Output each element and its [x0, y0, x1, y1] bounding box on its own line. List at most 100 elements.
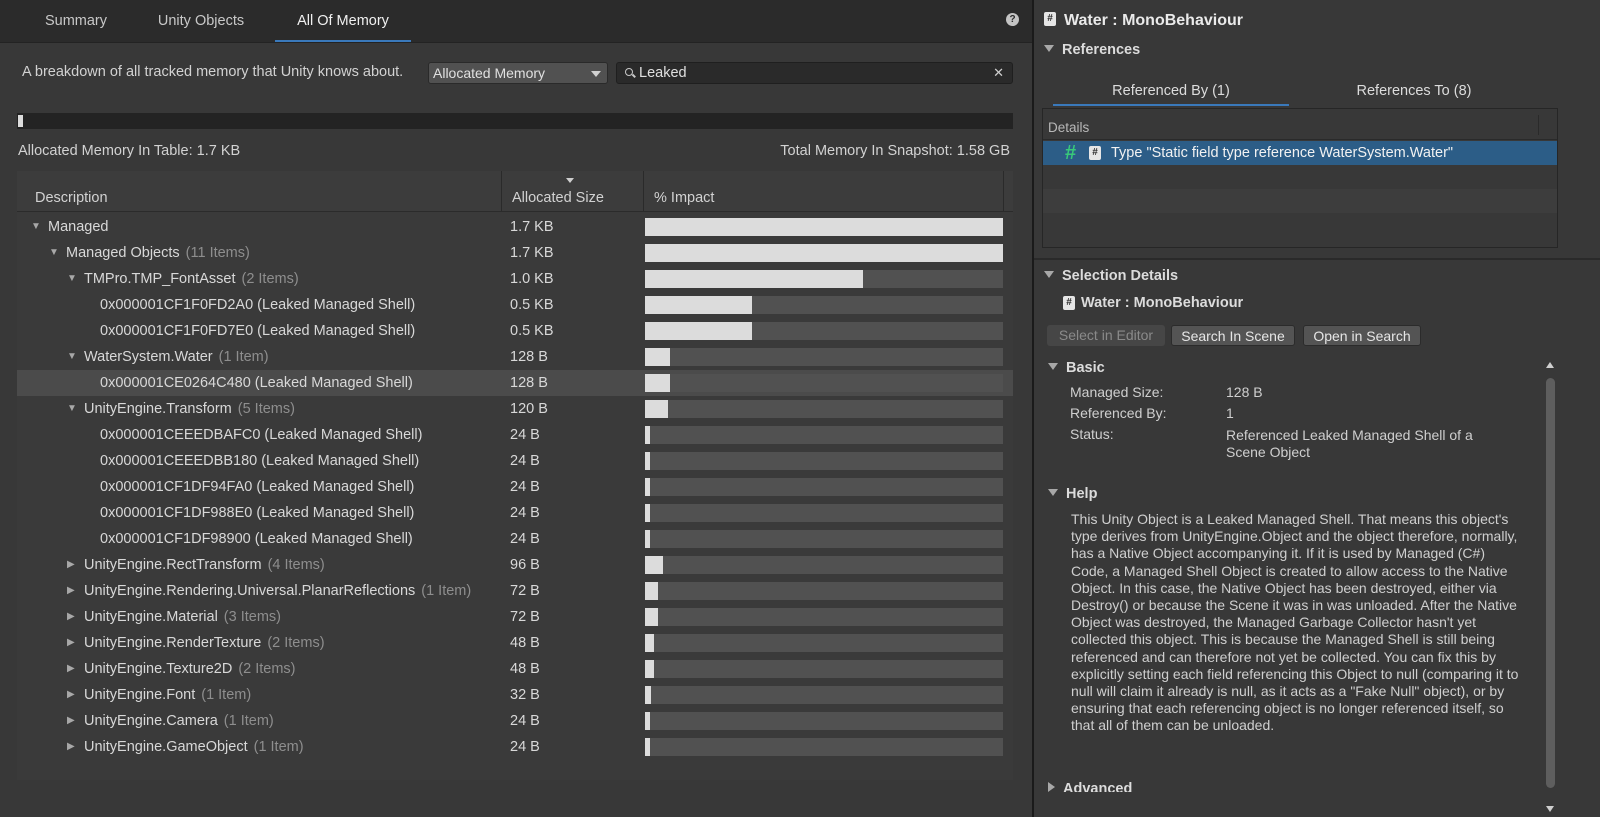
- impact-bar: [645, 400, 1003, 418]
- select-in-editor-button[interactable]: Select in Editor: [1047, 325, 1165, 346]
- help-foldout[interactable]: Help: [1048, 486, 1097, 502]
- search-input[interactable]: Leaked ✕: [616, 62, 1013, 84]
- memory-view-dropdown[interactable]: Allocated Memory: [428, 62, 608, 84]
- scroll-up-icon[interactable]: [1546, 362, 1554, 368]
- advanced-foldout[interactable]: Advanced: [1048, 781, 1132, 792]
- row-label: 0x000001CE0264C480 (Leaked Managed Shell…: [100, 375, 413, 391]
- row-description: UnityEngine.GameObject (1 Item): [84, 734, 304, 760]
- impact-bar: [645, 348, 1003, 366]
- impact-bar: [645, 374, 1003, 392]
- column-allocated-size[interactable]: Allocated Size: [512, 171, 604, 211]
- table-row[interactable]: ▶ UnityEngine.GameObject (1 Item) 24 B: [17, 734, 1013, 760]
- expanded-icon[interactable]: ▼: [67, 266, 77, 292]
- expanded-icon[interactable]: ▼: [67, 396, 77, 422]
- row-description: 0x000001CEEEDBAFC0 (Leaked Managed Shell…: [100, 422, 422, 448]
- impact-bar-fill: [645, 686, 651, 704]
- table-row[interactable]: 0x000001CF1F0FD7E0 (Leaked Managed Shell…: [17, 318, 1013, 344]
- row-label: 0x000001CEEEDBAFC0 (Leaked Managed Shell…: [100, 427, 423, 443]
- table-row[interactable]: 0x000001CF1DF94FA0 (Leaked Managed Shell…: [17, 474, 1013, 500]
- table-row[interactable]: 0x000001CEEEDBB180 (Leaked Managed Shell…: [17, 448, 1013, 474]
- section-divider[interactable]: [1034, 258, 1600, 260]
- collapsed-icon[interactable]: ▶: [67, 578, 75, 604]
- row-allocated-size: 72 B: [510, 583, 540, 599]
- row-allocated-size: 24 B: [510, 531, 540, 547]
- row-description: UnityEngine.Camera (1 Item): [84, 708, 274, 734]
- row-allocated-size: 96 B: [510, 557, 540, 573]
- reference-row[interactable]: # # Type "Static field type reference Wa…: [1043, 141, 1557, 165]
- column-description[interactable]: Description: [35, 171, 108, 211]
- impact-bar: [645, 478, 1003, 496]
- collapsed-icon[interactable]: ▶: [67, 552, 75, 578]
- referenced-by-value: 1: [1226, 405, 1234, 421]
- open-in-search-button[interactable]: Open in Search: [1303, 325, 1421, 346]
- table-row[interactable]: 0x000001CE0264C480 (Leaked Managed Shell…: [17, 370, 1013, 396]
- table-row[interactable]: ▼ WaterSystem.Water (1 Item) 128 B: [17, 344, 1013, 370]
- table-row[interactable]: ▼ TMPro.TMP_FontAsset (2 Items) 1.0 KB: [17, 266, 1013, 292]
- column-divider[interactable]: [643, 171, 644, 211]
- tab-references-to[interactable]: References To (8): [1296, 80, 1532, 106]
- collapsed-icon[interactable]: ▶: [67, 656, 75, 682]
- details-column-header[interactable]: Details: [1043, 109, 1557, 139]
- row-description: UnityEngine.Transform (5 Items): [84, 396, 295, 422]
- column-divider[interactable]: [1003, 171, 1004, 211]
- table-row[interactable]: ▶ UnityEngine.Camera (1 Item) 24 B: [17, 708, 1013, 734]
- table-row[interactable]: ▼ UnityEngine.Transform (5 Items) 120 B: [17, 396, 1013, 422]
- expanded-icon[interactable]: ▼: [31, 214, 41, 240]
- row-label: UnityEngine.Material: [84, 609, 218, 625]
- referenced-by-label: Referenced By:: [1070, 405, 1167, 421]
- row-label: 0x000001CF1F0FD2A0 (Leaked Managed Shell…: [100, 297, 416, 313]
- row-label: UnityEngine.GameObject: [84, 739, 248, 755]
- basic-foldout[interactable]: Basic: [1048, 360, 1105, 376]
- row-item-count: (2 Items): [267, 635, 325, 651]
- column-divider[interactable]: [501, 171, 502, 211]
- table-row[interactable]: 0x000001CEEEDBAFC0 (Leaked Managed Shell…: [17, 422, 1013, 448]
- row-allocated-size: 1.7 KB: [510, 219, 554, 235]
- impact-bar-fill: [645, 530, 650, 548]
- column-impact[interactable]: % Impact: [654, 171, 714, 211]
- collapsed-icon[interactable]: ▶: [67, 630, 75, 656]
- scrollbar-thumb[interactable]: [1546, 378, 1555, 788]
- impact-bar-fill: [645, 452, 650, 470]
- table-row[interactable]: ▶ UnityEngine.Font (1 Item) 32 B: [17, 682, 1013, 708]
- row-description: 0x000001CF1DF98900 (Leaked Managed Shell…: [100, 526, 413, 552]
- expanded-icon[interactable]: ▼: [67, 344, 77, 370]
- table-row[interactable]: ▶ UnityEngine.RectTransform (4 Items) 96 B: [17, 552, 1013, 578]
- collapsed-icon[interactable]: ▶: [67, 734, 75, 760]
- help-icon[interactable]: ?: [1006, 13, 1019, 26]
- tab-unity-objects[interactable]: Unity Objects: [140, 0, 262, 42]
- table-row[interactable]: 0x000001CF1DF988E0 (Leaked Managed Shell…: [17, 500, 1013, 526]
- references-foldout[interactable]: References: [1044, 42, 1140, 58]
- row-label: 0x000001CF1DF988E0 (Leaked Managed Shell…: [100, 505, 415, 521]
- column-divider[interactable]: [1538, 115, 1539, 135]
- impact-bar-fill: [645, 634, 654, 652]
- tab-all-of-memory[interactable]: All Of Memory: [275, 0, 411, 42]
- selection-details-foldout[interactable]: Selection Details: [1044, 268, 1178, 284]
- table-row[interactable]: 0x000001CF1F0FD2A0 (Leaked Managed Shell…: [17, 292, 1013, 318]
- dropdown-value: Allocated Memory: [433, 65, 546, 81]
- impact-bar: [645, 660, 1003, 678]
- clear-search-icon[interactable]: ✕: [993, 63, 1004, 83]
- row-description: 0x000001CF1DF988E0 (Leaked Managed Shell…: [100, 500, 414, 526]
- collapsed-icon[interactable]: ▶: [67, 708, 75, 734]
- table-row[interactable]: ▼ Managed Objects (11 Items) 1.7 KB: [17, 240, 1013, 266]
- selection-details-heading: Selection Details: [1062, 268, 1179, 284]
- table-row[interactable]: ▶ UnityEngine.Rendering.Universal.PlanarR…: [17, 578, 1013, 604]
- details-scrollbar[interactable]: [1543, 360, 1557, 812]
- collapsed-icon[interactable]: ▶: [67, 682, 75, 708]
- impact-bar-fill: [645, 608, 658, 626]
- table-row[interactable]: ▶ UnityEngine.Texture2D (2 Items) 48 B: [17, 656, 1013, 682]
- table-row[interactable]: 0x000001CF1DF98900 (Leaked Managed Shell…: [17, 526, 1013, 552]
- row-allocated-size: 1.7 KB: [510, 245, 554, 261]
- advanced-heading: Advanced: [1063, 781, 1133, 792]
- table-row[interactable]: ▼ Managed 1.7 KB: [17, 214, 1013, 240]
- collapsed-icon[interactable]: ▶: [67, 604, 75, 630]
- search-in-scene-button[interactable]: Search In Scene: [1171, 325, 1295, 346]
- tab-summary[interactable]: Summary: [26, 0, 126, 42]
- scroll-down-icon[interactable]: [1546, 806, 1554, 812]
- tab-referenced-by[interactable]: Referenced By (1): [1053, 80, 1289, 106]
- empty-row: [1043, 189, 1557, 213]
- expanded-icon[interactable]: ▼: [49, 240, 59, 266]
- table-row[interactable]: ▶ UnityEngine.RenderTexture (2 Items) 48 B: [17, 630, 1013, 656]
- header-divider: [1043, 139, 1557, 140]
- table-row[interactable]: ▶ UnityEngine.Material (3 Items) 72 B: [17, 604, 1013, 630]
